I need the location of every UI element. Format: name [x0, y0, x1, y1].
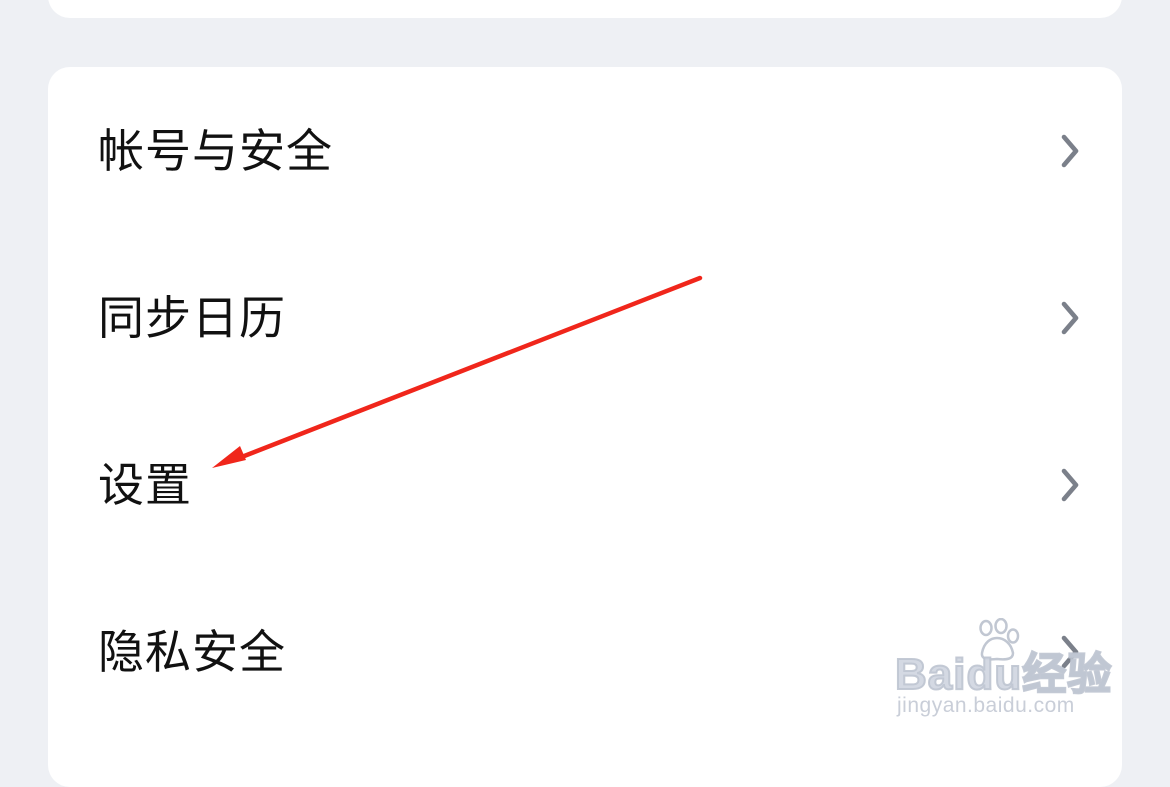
row-label-settings: 设置 — [98, 457, 192, 512]
row-label-account-security: 帐号与安全 — [98, 123, 333, 178]
settings-row-settings[interactable]: 设置 — [48, 401, 1122, 568]
chevron-right-icon — [1061, 468, 1079, 501]
chevron-right-icon — [1061, 635, 1079, 668]
top-card — [48, 0, 1122, 18]
settings-row-privacy-security[interactable]: 隐私安全 — [48, 568, 1122, 735]
row-label-privacy-security: 隐私安全 — [98, 624, 286, 679]
row-label-sync-calendar: 同步日历 — [98, 290, 286, 345]
settings-row-account-security[interactable]: 帐号与安全 — [48, 67, 1122, 234]
settings-row-sync-calendar[interactable]: 同步日历 — [48, 234, 1122, 401]
chevron-right-icon — [1061, 301, 1079, 334]
chevron-right-icon — [1061, 134, 1079, 167]
settings-card: 帐号与安全 同步日历 设置 隐私安全 — [48, 67, 1122, 787]
